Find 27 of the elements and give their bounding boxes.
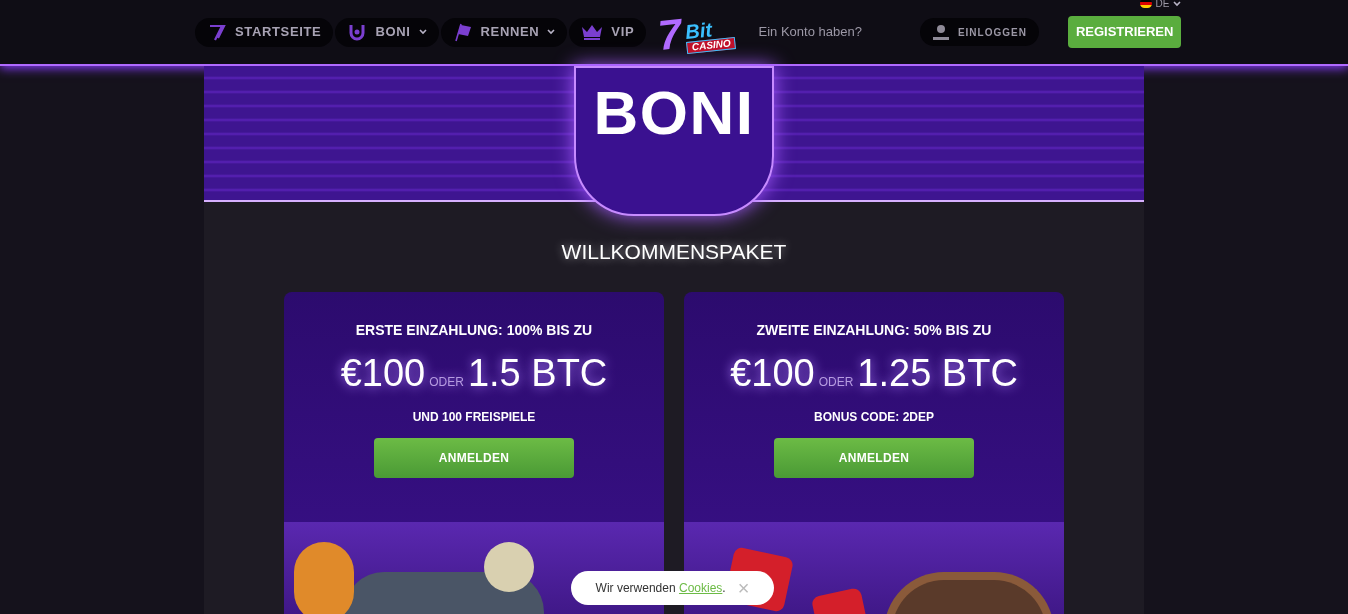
hero-title: BONI	[593, 82, 755, 144]
cookie-notice: Wir verwenden Cookies.	[595, 580, 726, 597]
user-icon	[931, 24, 950, 40]
caret-icon	[1173, 0, 1182, 7]
nav-link[interactable]: VIP	[569, 17, 647, 47]
account-prompt: Ein Konto haben?	[758, 23, 862, 42]
offer-amount: €100	[730, 350, 815, 396]
nav-link[interactable]: RENNEN	[440, 17, 568, 47]
language-selector[interactable]: DE	[1139, 0, 1182, 11]
horseshoe-icon	[347, 22, 368, 42]
offer-heading: ZWEITE EINZAHLUNG: 50% BIS ZU	[756, 320, 992, 340]
section-title: WILLKOMMENSPAKET	[561, 239, 787, 265]
offer-crypto-amount: 1.5 BTC	[467, 350, 608, 396]
crown-icon	[581, 24, 604, 40]
seven-logo-icon	[207, 22, 227, 42]
offer-amount: €100	[340, 350, 426, 396]
nav-link[interactable]: STARTSEITE	[195, 17, 334, 47]
login-button[interactable]: EINLOGGEN	[919, 18, 1039, 46]
offer-crypto-amount: 1.25 BTC	[857, 350, 1018, 396]
offer-note: UND 100 FREISPIELE	[412, 408, 536, 426]
offer-connector: ODER	[429, 373, 464, 391]
sack-shape	[484, 541, 534, 592]
offer-note: BONUS CODE: 2DEP	[814, 408, 934, 426]
nav-link[interactable]: BONI	[335, 17, 439, 47]
german-flag-icon	[1139, 0, 1152, 8]
offer-heading: ERSTE EINZAHLUNG: 100% BIS ZU	[355, 320, 593, 340]
offer-connector: ODER	[818, 373, 854, 391]
